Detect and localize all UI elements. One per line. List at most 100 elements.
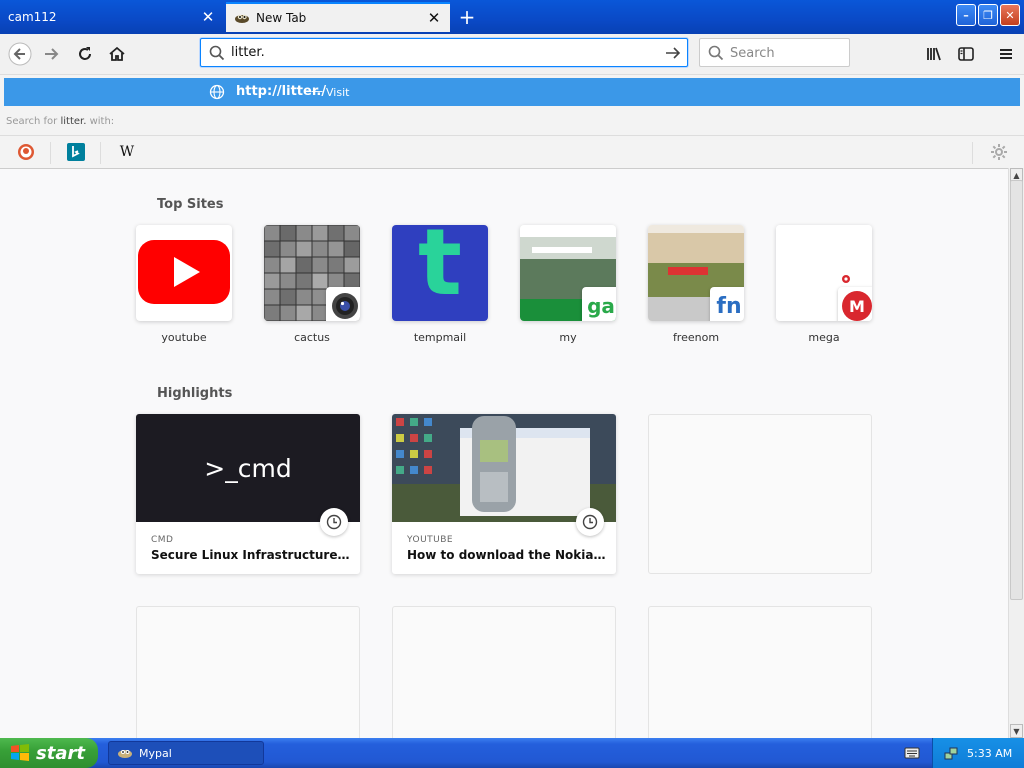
start-button[interactable]: start — [0, 738, 98, 768]
site-tile[interactable] — [136, 225, 232, 321]
wikipedia-button[interactable]: W — [118, 143, 136, 161]
site-tile[interactable]: fn — [648, 225, 744, 321]
history-badge — [320, 508, 348, 536]
highlights-title: Highlights — [157, 386, 233, 401]
wikipedia-icon: W — [119, 144, 135, 160]
cmd-logo: >_cmd — [204, 453, 292, 483]
site-label: youtube — [161, 331, 207, 344]
site-label: my — [559, 331, 577, 344]
back-arrow-icon — [8, 42, 32, 66]
windows-logo-icon — [11, 744, 29, 761]
nav-bar — [0, 34, 1024, 75]
site-label: mega — [808, 331, 840, 344]
site-tile[interactable]: t — [392, 225, 488, 321]
bing-button[interactable] — [67, 143, 85, 161]
site-badge: fn — [710, 287, 744, 321]
highlight-placeholder — [648, 414, 872, 574]
close-window-button[interactable]: ✕ — [1000, 4, 1020, 26]
site-label: tempmail — [413, 331, 467, 344]
duckduckgo-button[interactable] — [17, 143, 35, 161]
taskbar-item-label: Mypal — [139, 746, 172, 760]
tab-new-tab[interactable]: New Tab ✕ — [226, 2, 450, 32]
go-arrow-icon[interactable] — [665, 45, 681, 61]
vertical-scrollbar[interactable]: ▲ ▼ — [1008, 168, 1024, 738]
highlight-card-youtube[interactable]: YOUTUBE How to download the Nokia 3410 g… — [392, 414, 616, 574]
top-site-tempmail[interactable]: t tempmail — [392, 225, 488, 344]
search-for-term: litter. — [60, 116, 87, 127]
scrollbar-thumb[interactable] — [1010, 180, 1023, 600]
back-button[interactable] — [8, 42, 32, 66]
library-button[interactable] — [922, 42, 946, 66]
highlight-placeholder — [136, 606, 360, 739]
freenom-logo-icon: fn — [716, 293, 742, 319]
keyboard-icon[interactable] — [904, 746, 920, 760]
tab-label: cam112 — [8, 10, 57, 24]
engine-separator — [50, 142, 51, 164]
mega-logo-letter: M — [849, 296, 865, 316]
bing-icon — [67, 143, 85, 161]
library-icon — [927, 47, 941, 61]
site-tile[interactable]: M — [776, 225, 872, 321]
forward-button[interactable] — [40, 42, 64, 66]
camera-lens-icon — [332, 293, 358, 319]
history-badge — [576, 508, 604, 536]
start-label: start — [36, 742, 85, 764]
site-badge: ga — [582, 287, 616, 321]
url-bar[interactable] — [200, 38, 688, 67]
network-icon[interactable] — [943, 745, 959, 761]
clock-icon — [326, 514, 342, 530]
minimize-button[interactable]: – — [956, 4, 976, 26]
engine-separator — [972, 142, 973, 164]
search-icon — [708, 45, 724, 61]
system-tray: 5:33 AM — [932, 738, 1024, 768]
taskbar: start Mypal 5:33 AM — [0, 738, 1024, 768]
search-bar[interactable] — [699, 38, 850, 67]
visit-suggestion[interactable]: http://litter./ — Visit — [4, 78, 1020, 106]
card-thumbnail: >_cmd — [136, 414, 360, 522]
window-controls: – ❐ ✕ — [956, 4, 1020, 26]
url-dropdown: http://litter./ — Visit Search for litte… — [0, 75, 1024, 168]
close-icon[interactable]: ✕ — [426, 9, 442, 27]
duckduckgo-icon — [18, 144, 34, 160]
top-site-freenom[interactable]: fn freenom — [648, 225, 744, 344]
site-label: cactus — [294, 331, 330, 344]
search-settings-button[interactable] — [990, 143, 1008, 161]
mypal-icon — [235, 14, 249, 23]
card-source: YOUTUBE — [407, 535, 454, 545]
top-site-cactus[interactable]: cactus — [264, 225, 360, 344]
search-input[interactable] — [730, 44, 840, 62]
home-button[interactable] — [105, 42, 129, 66]
tab-cam112[interactable]: cam112 ✕ — [0, 2, 224, 32]
minimize-icon: – — [963, 8, 969, 22]
suggestion-separator: — — [311, 84, 323, 98]
card-title: Secure Linux Infrastructure | Cmd — [151, 548, 351, 562]
site-badge — [326, 287, 360, 321]
mypal-icon — [118, 750, 132, 758]
desktop-screenshot-thumbnail — [392, 414, 616, 522]
menu-button[interactable] — [994, 42, 1018, 66]
tempmail-logo-icon: t — [418, 225, 462, 316]
site-badge: M — [838, 287, 872, 321]
reload-button[interactable] — [73, 42, 97, 66]
top-site-my[interactable]: ga my — [520, 225, 616, 344]
scroll-down-arrow[interactable]: ▼ — [1010, 724, 1023, 738]
url-input[interactable] — [231, 43, 651, 62]
sidebar-icon — [958, 47, 974, 61]
highlight-card-cmd[interactable]: >_cmd CMD Secure Linux Infrastructure | … — [136, 414, 360, 574]
sidebar-toggle-button[interactable] — [954, 42, 978, 66]
top-site-mega[interactable]: M mega — [776, 225, 872, 344]
site-tile[interactable]: ga — [520, 225, 616, 321]
taskbar-item-mypal[interactable]: Mypal — [108, 741, 264, 765]
close-icon[interactable]: ✕ — [200, 8, 216, 26]
top-site-youtube[interactable]: youtube — [136, 225, 232, 344]
card-thumbnail — [392, 414, 616, 522]
top-sites-title: Top Sites — [157, 197, 224, 212]
site-tile[interactable] — [264, 225, 360, 321]
restore-button[interactable]: ❐ — [978, 4, 998, 26]
card-title: How to download the Nokia 3410 game — [407, 548, 607, 562]
suggestion-action: Visit — [326, 86, 350, 99]
search-for-suffix: with: — [86, 116, 115, 127]
new-tab-button[interactable]: + — [454, 4, 480, 30]
tab-label: New Tab — [256, 11, 307, 25]
restore-icon: ❐ — [983, 8, 993, 22]
